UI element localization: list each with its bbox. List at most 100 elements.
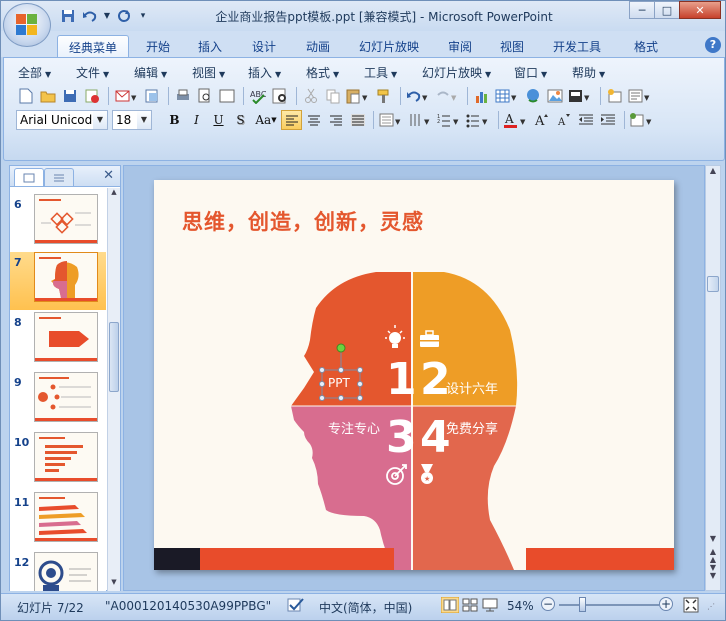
menu-tools[interactable]: 工具 ▼ (364, 64, 422, 82)
slide-sorter-icon[interactable] (461, 597, 479, 616)
menu-insert[interactable]: 插入 ▼ (248, 64, 306, 82)
scroll-thumb[interactable] (109, 322, 119, 392)
menu-format[interactable]: 格式 ▼ (306, 64, 364, 82)
scroll-down-arrow-icon[interactable]: ▼ (706, 534, 720, 546)
text-direction-icon[interactable]: ▼ (407, 111, 433, 130)
new-slide-dropdown-icon[interactable]: ▼ (629, 111, 655, 130)
bullets-icon[interactable]: ▼ (465, 111, 491, 130)
tab-slideshow[interactable]: 幻灯片放映 (353, 35, 425, 57)
copy-icon[interactable] (323, 87, 342, 106)
maximize-button[interactable]: □ (654, 1, 680, 19)
insert-table-icon[interactable]: ▼ (494, 87, 520, 106)
quadrant-1-number[interactable]: 1 (386, 354, 417, 405)
slide-thumbnail-11[interactable]: 11 (10, 492, 106, 550)
tab-outline[interactable] (44, 168, 74, 186)
menu-file[interactable]: 文件 ▼ (76, 64, 134, 82)
publish-icon[interactable] (142, 87, 161, 106)
close-button[interactable]: ✕ (679, 1, 721, 19)
slide-thumbnail-7[interactable]: 7 (10, 252, 106, 310)
zoom-out-button[interactable]: − (541, 597, 555, 611)
save-icon[interactable] (60, 87, 79, 106)
slideshow-view-icon[interactable] (481, 597, 499, 616)
new-document-icon[interactable] (16, 87, 35, 106)
slide-layout-icon[interactable] (217, 87, 236, 106)
quadrant-2-caption[interactable]: 设计六年 (446, 378, 498, 397)
spelling-check-icon[interactable] (287, 597, 305, 616)
zoom-slider-track[interactable] (559, 604, 659, 606)
ppt-text-box[interactable]: PPT (328, 376, 350, 390)
bold-button[interactable]: B (164, 110, 185, 130)
shadow-button[interactable]: S (230, 110, 251, 130)
minimize-button[interactable]: ─ (629, 1, 655, 19)
quadrant-3-number[interactable]: 3 (386, 412, 417, 463)
increase-indent-icon[interactable] (598, 111, 617, 130)
permission-icon[interactable] (82, 87, 101, 106)
tab-animation[interactable]: 动画 (299, 35, 337, 57)
fit-to-window-icon[interactable] (683, 597, 699, 616)
current-slide[interactable]: ★ 思维，创造，创新，灵感 PPT 1 2 3 4 设计六年 专注专心 免费分享 (154, 180, 674, 570)
dropdown-arrow-icon[interactable]: ▼ (137, 111, 151, 129)
spelling-icon[interactable]: ABC (248, 87, 267, 106)
language-indicator[interactable]: 中文(简体，中国) (319, 599, 412, 616)
next-slide-icon[interactable]: ▼ ▼ (706, 564, 720, 580)
quadrant-4-caption[interactable]: 免费分享 (446, 418, 498, 437)
email-icon[interactable]: ▼ (113, 87, 139, 106)
slide-thumbnail-9[interactable]: 9 (10, 372, 106, 430)
normal-view-icon[interactable] (440, 596, 460, 616)
format-painter-icon[interactable] (374, 87, 393, 106)
slides-pane-scrollbar[interactable]: ▲ ▼ (107, 188, 120, 591)
grow-font-icon[interactable]: A (532, 111, 551, 130)
slide-thumbnail-6[interactable]: 6 (10, 194, 106, 252)
slide-title[interactable]: 思维，创造，创新，灵感 (182, 206, 424, 236)
zoom-slider-thumb[interactable] (579, 597, 586, 612)
menu-window[interactable]: 窗口 ▼ (514, 64, 572, 82)
slide-thumbnail-8[interactable]: 8 (10, 312, 106, 370)
zoom-level[interactable]: 54% (507, 599, 534, 613)
tab-slides[interactable] (14, 168, 44, 186)
numbering-icon[interactable]: 1 2 ▼ (436, 111, 462, 130)
align-center-button[interactable] (303, 110, 324, 130)
paste-icon[interactable]: ▼ (345, 87, 371, 106)
color-grayscale-icon[interactable]: ▼ (567, 87, 593, 106)
tab-view[interactable]: 视图 (493, 35, 531, 57)
insert-picture-icon[interactable] (545, 87, 564, 106)
office-button[interactable] (3, 3, 51, 47)
open-folder-icon[interactable] (38, 87, 57, 106)
justify-button[interactable] (347, 110, 368, 130)
help-icon[interactable]: ? (705, 37, 721, 53)
font-name-box[interactable]: Arial Unicode ▼ (16, 110, 108, 130)
text-box-icon[interactable]: ▼ (378, 111, 404, 130)
cut-icon[interactable] (301, 87, 320, 106)
menu-view[interactable]: 视图 ▼ (192, 64, 248, 82)
tab-developer[interactable]: 开发工具 (547, 35, 607, 57)
print-preview-icon[interactable] (195, 87, 214, 106)
quadrant-3-caption[interactable]: 专注专心 (328, 418, 380, 437)
font-color-icon[interactable]: A ▼ (503, 111, 529, 130)
tab-design[interactable]: 设计 (245, 35, 283, 57)
scroll-thumb[interactable] (707, 276, 719, 292)
insert-chart-icon[interactable] (472, 87, 491, 106)
shrink-font-icon[interactable]: A (554, 111, 573, 130)
underline-button[interactable]: U (208, 110, 229, 130)
menu-help[interactable]: 帮助 ▼ (572, 64, 630, 82)
hyperlink-icon[interactable] (523, 87, 542, 106)
menu-all[interactable]: 全部 ▼ (18, 64, 76, 82)
close-pane-icon[interactable]: ✕ (103, 168, 114, 183)
tab-format[interactable]: 格式 (627, 35, 665, 57)
scroll-up-arrow-icon[interactable]: ▲ (108, 188, 120, 201)
align-right-button[interactable] (325, 110, 346, 130)
redo-icon[interactable]: ▼ (434, 87, 460, 106)
scroll-up-arrow-icon[interactable]: ▲ (706, 166, 720, 180)
slide-design-icon[interactable]: ▼ (627, 87, 653, 106)
slide-thumbnail-12[interactable]: 12 (10, 552, 106, 591)
slide-thumbnail-10[interactable]: 10 (10, 432, 106, 490)
print-icon[interactable] (173, 87, 192, 106)
tab-classic-menu[interactable]: 经典菜单 (57, 35, 129, 57)
undo-icon[interactable]: ▼ (405, 87, 431, 106)
decrease-indent-icon[interactable] (576, 111, 595, 130)
italic-button[interactable]: I (186, 110, 207, 130)
tab-review[interactable]: 审阅 (441, 35, 479, 57)
align-left-button[interactable] (281, 110, 302, 130)
previous-slide-icon[interactable]: ▲ ▲ (706, 548, 720, 564)
font-size-box[interactable]: 18 ▼ (112, 110, 152, 130)
